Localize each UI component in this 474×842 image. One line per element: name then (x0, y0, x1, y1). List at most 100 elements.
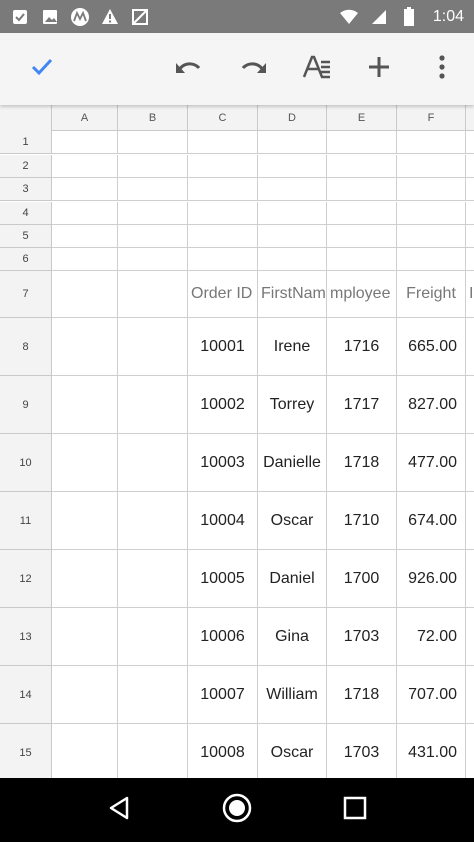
row-header-2[interactable]: 2 (0, 155, 52, 178)
cell-G9[interactable] (466, 376, 474, 434)
cell-C11[interactable]: 10004 (188, 492, 258, 550)
cell-G11[interactable] (466, 492, 474, 550)
cell-D8[interactable]: Irene (258, 318, 327, 376)
cell-F11[interactable]: 674.00 (397, 492, 466, 550)
insert-button[interactable] (361, 51, 397, 87)
cell-D4[interactable] (258, 202, 327, 225)
cell-D5[interactable] (258, 225, 327, 248)
cell-A1[interactable] (52, 131, 118, 154)
cell-G7[interactable]: I (466, 271, 474, 318)
redo-button[interactable] (235, 51, 271, 87)
cell-B11[interactable] (118, 492, 188, 550)
cell-E10[interactable]: 1718 (327, 434, 397, 492)
cell-C6[interactable] (188, 248, 258, 271)
cell-B13[interactable] (118, 608, 188, 666)
cell-E6[interactable] (327, 248, 397, 271)
cell-E3[interactable] (327, 178, 397, 201)
cell-G15[interactable] (466, 724, 474, 778)
cell-B12[interactable] (118, 550, 188, 608)
row-header-10[interactable]: 10 (0, 434, 52, 492)
cell-D6[interactable] (258, 248, 327, 271)
cell-D1[interactable] (258, 131, 327, 154)
recents-button[interactable] (335, 790, 375, 830)
cell-A6[interactable] (52, 248, 118, 271)
cell-G14[interactable] (466, 666, 474, 724)
cell-B9[interactable] (118, 376, 188, 434)
cell-E14[interactable]: 1718 (327, 666, 397, 724)
cell-G2[interactable] (466, 155, 474, 178)
select-all-corner[interactable] (0, 105, 52, 131)
cell-A12[interactable] (52, 550, 118, 608)
cell-F2[interactable] (397, 155, 466, 178)
cell-B14[interactable] (118, 666, 188, 724)
cell-C8[interactable]: 10001 (188, 318, 258, 376)
home-button[interactable] (217, 790, 257, 830)
cell-E15[interactable]: 1703 (327, 724, 397, 778)
cell-D12[interactable]: Daniel (258, 550, 327, 608)
cell-F3[interactable] (397, 178, 466, 201)
cell-D13[interactable]: Gina (258, 608, 327, 666)
cell-B8[interactable] (118, 318, 188, 376)
row-header-7[interactable]: 7 (0, 271, 52, 318)
cell-E9[interactable]: 1717 (327, 376, 397, 434)
more-options-button[interactable] (424, 51, 460, 87)
cell-E1[interactable] (327, 131, 397, 154)
cell-A5[interactable] (52, 225, 118, 248)
cell-D15[interactable]: Oscar (258, 724, 327, 778)
cell-G13[interactable] (466, 608, 474, 666)
cell-C14[interactable]: 10007 (188, 666, 258, 724)
cell-G10[interactable] (466, 434, 474, 492)
column-header-g[interactable] (466, 105, 474, 131)
cell-F1[interactable] (397, 131, 466, 154)
cell-A9[interactable] (52, 376, 118, 434)
cell-F7[interactable]: Freight (397, 271, 466, 318)
cell-F4[interactable] (397, 202, 466, 225)
cell-F8[interactable]: 665.00 (397, 318, 466, 376)
cell-C10[interactable]: 10003 (188, 434, 258, 492)
cell-D3[interactable] (258, 178, 327, 201)
cell-A15[interactable] (52, 724, 118, 778)
cell-F5[interactable] (397, 225, 466, 248)
cell-F9[interactable]: 827.00 (397, 376, 466, 434)
row-header-9[interactable]: 9 (0, 376, 52, 434)
cell-E11[interactable]: 1710 (327, 492, 397, 550)
row-header-4[interactable]: 4 (0, 202, 52, 225)
row-header-14[interactable]: 14 (0, 666, 52, 724)
row-header-12[interactable]: 12 (0, 550, 52, 608)
cell-G12[interactable] (466, 550, 474, 608)
cell-A8[interactable] (52, 318, 118, 376)
column-header-c[interactable]: C (188, 105, 258, 131)
cell-D10[interactable]: Danielle (258, 434, 327, 492)
cell-G8[interactable] (466, 318, 474, 376)
row-header-8[interactable]: 8 (0, 318, 52, 376)
cell-D14[interactable]: William (258, 666, 327, 724)
text-format-button[interactable] (299, 51, 335, 87)
cell-E12[interactable]: 1700 (327, 550, 397, 608)
cell-C3[interactable] (188, 178, 258, 201)
row-header-15[interactable]: 15 (0, 724, 52, 778)
row-header-5[interactable]: 5 (0, 225, 52, 248)
cell-D9[interactable]: Torrey (258, 376, 327, 434)
cell-A2[interactable] (52, 155, 118, 178)
row-header-1[interactable]: 1 (0, 131, 52, 154)
cell-D11[interactable]: Oscar (258, 492, 327, 550)
row-header-6[interactable]: 6 (0, 248, 52, 271)
cell-C13[interactable]: 10006 (188, 608, 258, 666)
cell-F15[interactable]: 431.00 (397, 724, 466, 778)
cell-A4[interactable] (52, 202, 118, 225)
cell-F10[interactable]: 477.00 (397, 434, 466, 492)
cell-A3[interactable] (52, 178, 118, 201)
cell-E4[interactable] (327, 202, 397, 225)
cell-B4[interactable] (118, 202, 188, 225)
spreadsheet-grid[interactable]: A B C D E F 1234567Order IDFirstNamemplo… (0, 105, 474, 778)
cell-B2[interactable] (118, 155, 188, 178)
undo-button[interactable] (171, 51, 207, 87)
column-header-e[interactable]: E (327, 105, 397, 131)
cell-G3[interactable] (466, 178, 474, 201)
cell-C9[interactable]: 10002 (188, 376, 258, 434)
cell-B7[interactable] (118, 271, 188, 318)
cell-A10[interactable] (52, 434, 118, 492)
cell-A13[interactable] (52, 608, 118, 666)
cell-E2[interactable] (327, 155, 397, 178)
column-header-b[interactable]: B (118, 105, 188, 131)
